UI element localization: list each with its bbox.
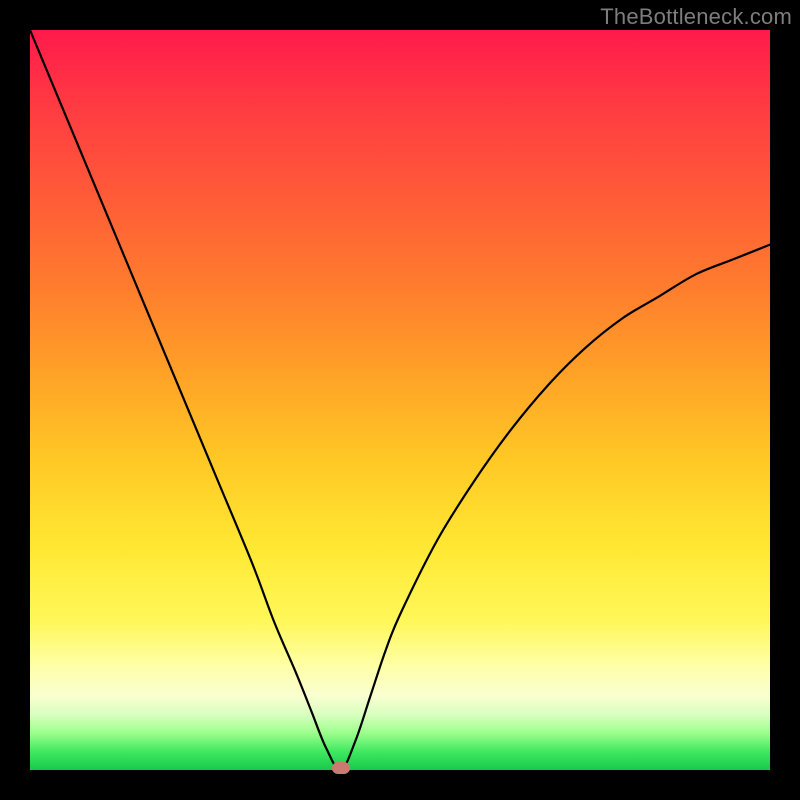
bottleneck-curve: [30, 30, 770, 770]
watermark-text: TheBottleneck.com: [600, 4, 792, 30]
chart-frame: TheBottleneck.com: [0, 0, 800, 800]
minimum-marker: [332, 762, 350, 774]
plot-area: [30, 30, 770, 770]
